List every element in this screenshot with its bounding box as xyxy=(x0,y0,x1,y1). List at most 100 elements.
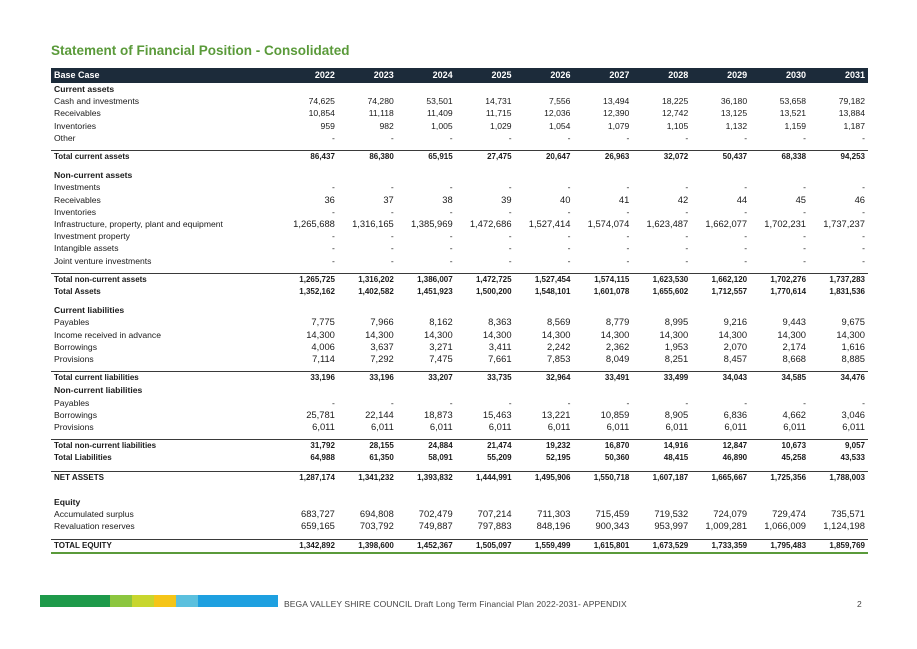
value-cell: 1,702,276 xyxy=(750,272,810,287)
value-cell: 1,472,725 xyxy=(455,272,515,287)
value-cell: 8,668 xyxy=(782,353,807,365)
value-cell: 1,054 xyxy=(548,120,571,131)
value-cell: 982 xyxy=(379,120,394,131)
value-cell: 50,360 xyxy=(604,453,630,463)
value-cell: 42 xyxy=(677,193,689,205)
value-cell: 715,459 xyxy=(595,508,630,520)
value-cell: - xyxy=(390,397,394,408)
row-label: NET ASSETS xyxy=(51,470,279,484)
value-cell: 18,225 xyxy=(661,96,689,107)
value-cell: 32,964 xyxy=(514,371,574,385)
table-body: Current assets Cash and investments 74,625… xyxy=(51,83,868,554)
value-cell: 719,532 xyxy=(654,508,689,520)
value-cell: 10,859 xyxy=(600,408,630,420)
value-cell: 7,853 xyxy=(546,353,571,365)
value-cell: 1,124,198 xyxy=(823,520,865,532)
value-cell: 1,733,359 xyxy=(691,538,751,554)
value-cell: 1,623,530 xyxy=(632,272,692,287)
value-cell: 1,159 xyxy=(784,120,807,131)
value-cell: 28,155 xyxy=(337,439,397,453)
value-cell: 1,029 xyxy=(490,120,512,131)
value-cell: 1,066,009 xyxy=(764,520,807,532)
row-label: Revaluation reserves xyxy=(54,521,135,532)
value-cell: 74,280 xyxy=(367,96,394,107)
footer-color-bar xyxy=(40,595,278,607)
value-cell: 86,380 xyxy=(337,150,397,164)
value-cell: 1,005 xyxy=(431,120,453,131)
value-cell: - xyxy=(567,243,571,254)
value-cell: 14,300 xyxy=(659,328,689,340)
value-cell: 8,251 xyxy=(664,353,689,365)
total-row: Total current assets 86,437 86,380 65,915 27… xyxy=(51,150,868,164)
value-cell: 1,386,007 xyxy=(396,272,456,287)
table-row: Intangible assets - - - - - - - - - - xyxy=(51,242,868,254)
value-cell: 8,363 xyxy=(488,316,512,328)
value-cell: 53,501 xyxy=(426,96,453,107)
value-cell: 7,775 xyxy=(311,316,335,328)
value-cell: - xyxy=(626,243,630,254)
value-cell: 3,271 xyxy=(429,340,453,352)
value-cell: 3,637 xyxy=(370,340,394,352)
value-cell: 1,316,202 xyxy=(337,272,397,287)
value-cell: 24,884 xyxy=(396,439,456,453)
value-cell: 61,350 xyxy=(369,453,394,463)
value-cell: 1,505,097 xyxy=(455,538,515,554)
value-cell: 33,207 xyxy=(396,371,456,385)
value-cell: 36 xyxy=(324,193,335,205)
value-cell: 12,036 xyxy=(544,108,571,119)
value-cell: 14,300 xyxy=(541,328,571,340)
value-cell: 1,601,078 xyxy=(593,287,630,297)
value-cell: 1,953 xyxy=(664,340,689,352)
value-cell: - xyxy=(862,231,865,242)
value-cell: - xyxy=(803,231,807,242)
value-cell: 2,242 xyxy=(546,340,571,352)
value-cell: - xyxy=(803,255,807,266)
value-cell: 8,049 xyxy=(605,353,630,365)
value-cell: - xyxy=(390,243,394,254)
value-cell: - xyxy=(685,243,689,254)
value-cell: 39 xyxy=(501,193,512,205)
value-cell: 45 xyxy=(795,193,807,205)
value-cell: 6,011 xyxy=(488,421,512,433)
value-cell: 683,727 xyxy=(301,508,335,520)
value-cell: - xyxy=(685,255,689,266)
total-row: TOTAL EQUITY 1,342,892 1,398,600 1,452,367 1… xyxy=(51,538,868,554)
row-label: Cash and investments xyxy=(54,96,140,107)
value-cell: 32,072 xyxy=(632,150,692,164)
value-cell: - xyxy=(685,206,689,217)
total-row: NET ASSETS 1,287,174 1,341,232 1,393,832 1,4… xyxy=(51,470,868,484)
value-cell: 6,011 xyxy=(665,421,689,433)
value-cell: 703,792 xyxy=(359,520,394,532)
value-cell: 1,393,832 xyxy=(396,470,456,484)
value-cell: 6,011 xyxy=(724,421,748,433)
value-cell: - xyxy=(449,132,453,143)
header-year: 2028 xyxy=(632,68,692,83)
value-cell: - xyxy=(567,132,571,143)
value-cell: 14,300 xyxy=(482,328,512,340)
value-cell: 848,196 xyxy=(536,520,571,532)
value-cell: - xyxy=(685,182,689,193)
value-cell: 749,887 xyxy=(418,520,453,532)
row-label: Investments xyxy=(54,182,101,193)
value-cell: 9,216 xyxy=(723,316,748,328)
value-cell: 1,615,801 xyxy=(573,538,633,554)
value-cell: 11,715 xyxy=(485,108,512,119)
value-cell: 65,915 xyxy=(396,150,456,164)
value-cell: - xyxy=(449,397,453,408)
value-cell: 19,232 xyxy=(514,439,574,453)
value-cell: 45,258 xyxy=(781,453,807,463)
value-cell: 1,444,991 xyxy=(455,470,515,484)
value-cell: 959 xyxy=(320,120,335,131)
value-cell: 11,409 xyxy=(427,108,453,119)
value-cell: - xyxy=(332,182,335,193)
row-label: Total current assets xyxy=(51,150,279,164)
value-cell: 8,995 xyxy=(664,316,689,328)
value-cell: 34,043 xyxy=(691,371,751,385)
value-cell: 735,571 xyxy=(831,508,865,520)
value-cell: 1,574,074 xyxy=(587,218,630,230)
value-cell: - xyxy=(803,132,807,143)
page-title: Statement of Financial Position - Consol… xyxy=(51,43,350,58)
value-cell: 1,831,536 xyxy=(829,287,865,297)
header-year: 2030 xyxy=(750,68,810,83)
value-cell: 1,607,187 xyxy=(632,470,692,484)
